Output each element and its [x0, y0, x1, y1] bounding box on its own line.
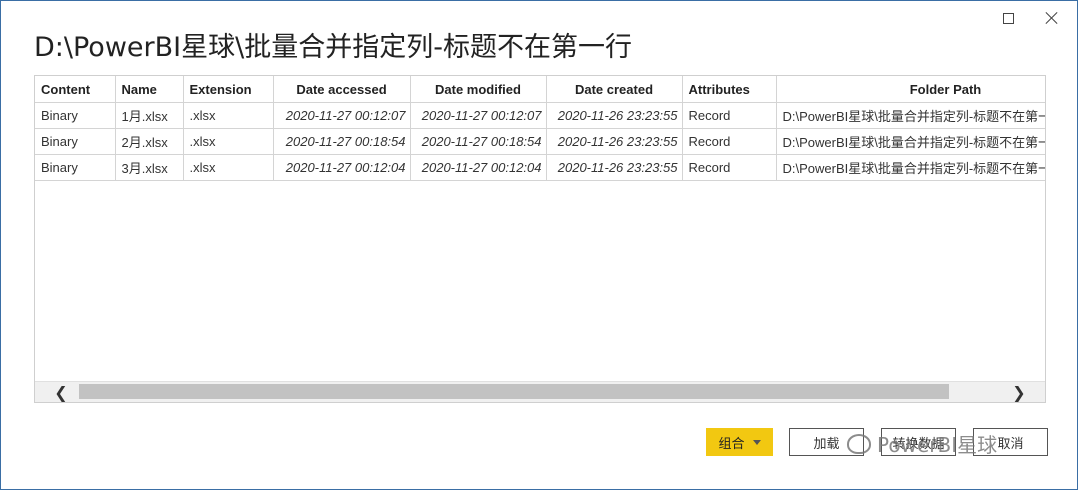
cell-content[interactable]: Binary [35, 154, 116, 181]
maximize-button[interactable] [997, 7, 1019, 29]
chevron-right-icon[interactable]: ❯ [999, 382, 1039, 402]
cell-attributes[interactable]: Record [682, 154, 777, 181]
cell-extension: .xlsx [183, 128, 274, 155]
cell-content[interactable]: Binary [35, 128, 116, 155]
caret-down-icon[interactable] [752, 439, 761, 445]
cell-attributes[interactable]: Record [682, 128, 777, 155]
column-header-date-accessed[interactable]: Date accessed [273, 76, 411, 103]
column-header-attributes[interactable]: Attributes [682, 76, 777, 103]
cell-attributes[interactable]: Record [682, 102, 777, 129]
cell-date-created: 2020-11-26 23:23:55 [546, 128, 683, 155]
column-header-date-created[interactable]: Date created [546, 76, 683, 103]
load-button[interactable]: 加载 [789, 428, 864, 456]
cell-folder-path: D:\PowerBI星球\批量合并指定列-标题不在第一行\ [776, 154, 1045, 181]
cell-date-accessed: 2020-11-27 00:12:04 [273, 154, 411, 181]
close-button[interactable] [1041, 7, 1063, 29]
cell-name: 3月.xlsx [115, 154, 184, 181]
maximize-icon [1002, 12, 1014, 24]
table-row[interactable]: Binary 2月.xlsx .xlsx 2020-11-27 00:18:54… [35, 128, 1045, 155]
cell-folder-path: D:\PowerBI星球\批量合并指定列-标题不在第一行\ [776, 102, 1045, 129]
horizontal-scrollbar[interactable]: ❮ ❯ [35, 381, 1045, 402]
cell-folder-path: D:\PowerBI星球\批量合并指定列-标题不在第一行\ [776, 128, 1045, 155]
cell-date-created: 2020-11-26 23:23:55 [546, 102, 683, 129]
cell-date-accessed: 2020-11-27 00:18:54 [273, 128, 411, 155]
cell-date-created: 2020-11-26 23:23:55 [546, 154, 683, 181]
cell-date-modified: 2020-11-27 00:12:07 [410, 102, 547, 129]
cell-content[interactable]: Binary [35, 102, 116, 129]
file-table: Content Name Extension Date accessed Dat… [35, 76, 1045, 181]
combine-button[interactable]: 组合 [706, 428, 773, 456]
combine-button-label: 组合 [718, 436, 745, 452]
transform-data-button[interactable]: 转换数据 [881, 428, 956, 456]
cell-extension: .xlsx [183, 102, 274, 129]
header-row: Content Name Extension Date accessed Dat… [35, 76, 1045, 103]
column-header-name[interactable]: Name [115, 76, 184, 103]
chevron-left-icon[interactable]: ❮ [41, 382, 81, 402]
cancel-button[interactable]: 取消 [973, 428, 1048, 456]
dialog-window: D:\PowerBI星球\批量合并指定列-标题不在第一行 Content Nam… [0, 0, 1078, 490]
column-header-date-modified[interactable]: Date modified [410, 76, 547, 103]
column-header-extension[interactable]: Extension [183, 76, 274, 103]
table-row[interactable]: Binary 1月.xlsx .xlsx 2020-11-27 00:12:07… [35, 102, 1045, 129]
scrollbar-thumb[interactable] [79, 384, 949, 399]
column-header-folder-path[interactable]: Folder Path [776, 76, 1045, 103]
cell-name: 2月.xlsx [115, 128, 184, 155]
table-row[interactable]: Binary 3月.xlsx .xlsx 2020-11-27 00:12:04… [35, 154, 1045, 181]
cell-extension: .xlsx [183, 154, 274, 181]
dialog-title: D:\PowerBI星球\批量合并指定列-标题不在第一行 [34, 32, 632, 63]
cell-date-modified: 2020-11-27 00:18:54 [410, 128, 547, 155]
column-header-content[interactable]: Content [35, 76, 116, 103]
cell-date-modified: 2020-11-27 00:12:04 [410, 154, 547, 181]
cell-date-accessed: 2020-11-27 00:12:07 [273, 102, 411, 129]
file-list-grid: Content Name Extension Date accessed Dat… [34, 75, 1046, 403]
cell-name: 1月.xlsx [115, 102, 184, 129]
close-icon [1045, 11, 1059, 25]
window-controls [997, 7, 1063, 29]
